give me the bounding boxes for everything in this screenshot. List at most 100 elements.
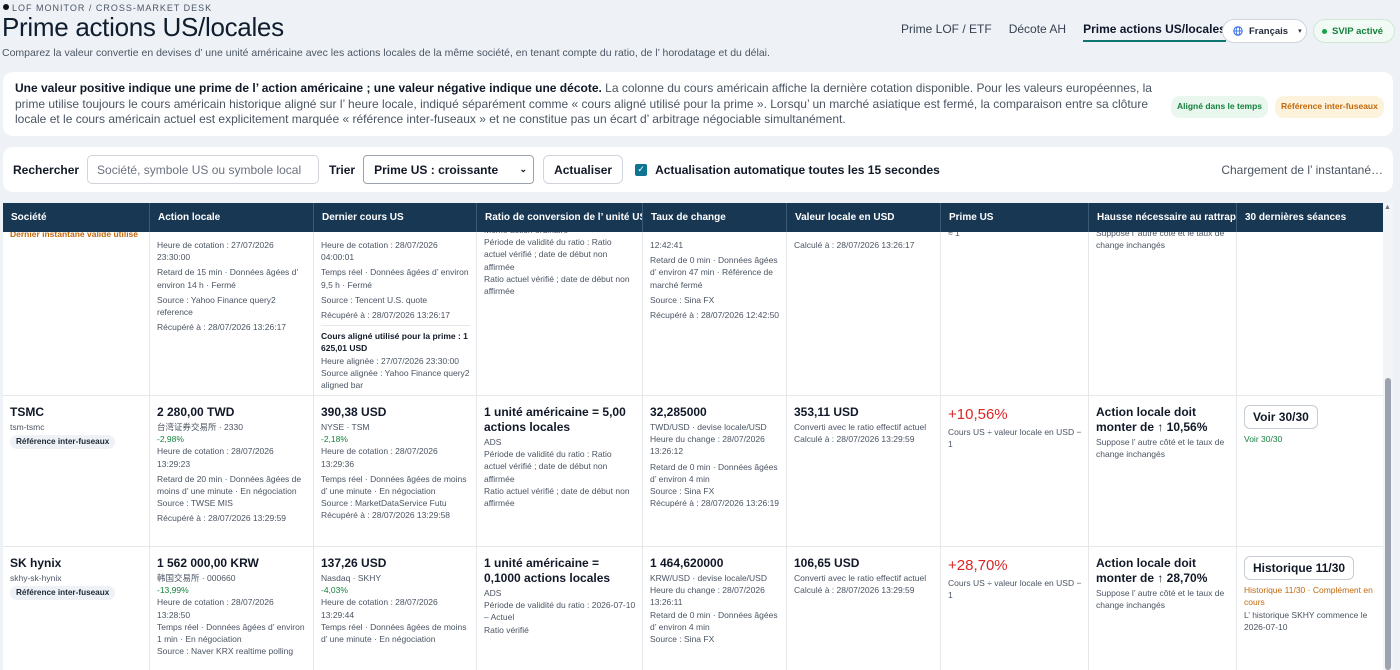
need-note: Suppose l’ autre côté et le taux de chan… [1096, 588, 1225, 611]
notice-panel: Une valeur positive indique une prime de… [3, 72, 1393, 136]
local-price: 1 562 000,00 KRW [157, 556, 259, 570]
history-button[interactable]: Voir 30/30 [1244, 405, 1318, 430]
fx-time: Heure du change : 28/07/2026 13:26:12 [650, 434, 765, 457]
col-dernier-cours-us[interactable]: Dernier cours US [314, 203, 477, 232]
value-calc-time: Calculé à : 28/07/2026 13:29:59 [794, 434, 915, 445]
local-source: Source : TWSE MIS [157, 498, 233, 509]
cell-us: Heure de cotation : 28/07/2026 04:00:01 … [314, 224, 477, 395]
us-source: Source : Tencent U.S. quote [321, 294, 428, 305]
us-delay: Temps réel · Données âgées de moins d’ u… [321, 473, 467, 497]
top-nav: Prime LOF / ETF Décote AH Prime actions … [901, 22, 1243, 42]
cell-ratio: 1 unité américaine = 0,1000 actions loca… [477, 547, 643, 670]
tab-prime-lof[interactable]: Prime LOF / ETF [901, 22, 992, 42]
ratio-type: ADS [484, 588, 502, 598]
local-source: Source : Naver KRX realtime polling [157, 646, 294, 657]
table-row: SK hynix skhy-sk-hynix Référence inter-f… [3, 547, 1383, 670]
cell-need: Action locale doit monter de ↑ 10,56% Su… [1089, 396, 1237, 546]
page-title: Prime actions US/locales [2, 12, 284, 42]
cell-company: TSMC tsm-tsmc Référence inter-fuseaux [3, 396, 150, 546]
col-societe[interactable]: Société [3, 203, 150, 232]
company-id: tsm-tsmc [10, 422, 45, 432]
toolbar: Rechercher Société, symbole US ou symbol… [3, 147, 1393, 192]
fx-source: Source : Sina FX [650, 294, 715, 305]
cell-local: Heure de cotation : 27/07/2026 23:30:00 … [150, 224, 314, 395]
refresh-button[interactable]: Actualiser [543, 155, 624, 184]
cell-company: SK hynix skhy-sk-hynix Référence inter-f… [3, 547, 150, 670]
local-exchange: 台湾证券交易所 · 2330 [157, 422, 243, 432]
auto-refresh-checkbox[interactable]: ✓ [635, 163, 648, 176]
col-ratio[interactable]: Ratio de conversion de l’ unité US [477, 203, 643, 232]
need-note: Suppose l’ autre côté et le taux de chan… [1096, 437, 1225, 460]
cell-premium: ≈ 1 [941, 224, 1089, 395]
ratio-validity: Période de validité du ratio : Ratio act… [484, 237, 612, 272]
local-value-usd: 106,65 USD [794, 556, 860, 570]
us-quote-time: Heure de cotation : 28/07/2026 13:29:44 [321, 597, 438, 620]
check-icon: ✓ [637, 164, 645, 174]
cell-history [1237, 224, 1383, 395]
fx-time: Heure du change : 28/07/2026 13:26:11 [650, 585, 765, 608]
history-button[interactable]: Historique 11/30 [1244, 556, 1355, 581]
us-delay: Temps réel · Données âgées de moins d’ u… [321, 621, 467, 645]
col-taux-change[interactable]: Taux de change [643, 203, 787, 232]
value-calc-time: Calculé à : 28/07/2026 13:26:17 [794, 240, 915, 250]
col-30-seances[interactable]: 30 dernières séances [1237, 203, 1383, 232]
scroll-up-icon[interactable]: ▲ [1384, 204, 1391, 211]
ratio-status: Ratio vérifié [484, 624, 529, 635]
tab-prime-actions[interactable]: Prime actions US/locales [1083, 22, 1226, 42]
us-quote-time: Heure de cotation : 28/07/2026 13:29:36 [321, 446, 438, 469]
local-delay: Temps réel · Données âgées d’ environ 1 … [157, 621, 305, 645]
aligned-time: Heure alignée : 27/07/2026 23:30:00 [321, 355, 460, 366]
company-name: TSMC [10, 405, 44, 419]
table-header: Société Action locale Dernier cours US R… [3, 203, 1383, 232]
col-prime-us[interactable]: Prime US [941, 203, 1089, 232]
local-value-usd: 353,11 USD [794, 405, 859, 419]
ratio-main: 1 unité américaine = 5,00 actions locale… [484, 405, 626, 434]
tag-aligned: Aligné dans le temps [1171, 96, 1269, 118]
tab-decote-ah[interactable]: Décote AH [1009, 22, 1066, 42]
ratio-validity: Période de validité du ratio : Ratio act… [484, 449, 612, 484]
chevron-down-icon: ▾ [1298, 28, 1302, 35]
aligned-source: Source alignée : Yahoo Finance query2 al… [321, 367, 470, 391]
fx-delay: Retard de 0 min · Données âgées d’ envir… [650, 255, 778, 290]
cell-ratio: Même action ordinaire Période de validit… [477, 224, 643, 395]
need-main: Action locale doit monter de ↑ 10,56% [1096, 405, 1208, 434]
col-valeur-locale-usd[interactable]: Valeur locale en USD [787, 203, 941, 232]
loading-status: Chargement de l’ instantané… [1221, 162, 1383, 177]
cell-company: Dernier instantané valide utilisé [3, 224, 150, 395]
us-delay: Temps réel · Données âgées d’ environ 9,… [321, 267, 469, 290]
scrollbar-thumb[interactable] [1385, 378, 1391, 670]
local-fetched: Récupéré à : 28/07/2026 13:29:59 [157, 513, 287, 524]
value-note: Converti avec le ratio effectif actuel [794, 573, 927, 583]
cell-us: 390,38 USD NYSE · TSM -2,18% Heure de co… [314, 396, 477, 546]
col-action-locale[interactable]: Action locale [150, 203, 314, 232]
fx-time: 12:42:41 [650, 240, 684, 250]
premium-value: +10,56% [948, 406, 1008, 423]
cell-need: Action locale doit monter de ↑ 28,70% Su… [1089, 547, 1237, 670]
ratio-validity: Période de validité du ratio : 2026-07-1… [484, 600, 636, 623]
chevron-down-icon: ⌄ [519, 164, 528, 174]
col-hausse-necessaire[interactable]: Hausse nécessaire au rattrapage [1089, 203, 1237, 232]
local-change: -13,99% [157, 585, 189, 596]
sort-select[interactable]: Prime US : croissante ⌄ [363, 155, 535, 184]
cell-value: 353,11 USD Converti avec le ratio effect… [787, 396, 941, 546]
language-select[interactable]: Français ▾ [1222, 19, 1307, 43]
value-note: Converti avec le ratio effectif actuel [794, 422, 927, 432]
cell-us: 137,26 USD Nasdaq · SKHY -4,03% Heure de… [314, 547, 477, 670]
local-delay: Retard de 20 min · Données âgées de moin… [157, 473, 302, 497]
value-calc-time: Calculé à : 28/07/2026 13:29:59 [794, 585, 915, 596]
ratio-status: Ratio actuel vérifié ; date de début non… [484, 273, 630, 297]
notice-bold: Une valeur positive indique une prime de… [15, 81, 602, 95]
cell-need: Suppose l’ autre côté et le taux de chan… [1089, 224, 1237, 395]
local-quote-time: Heure de cotation : 27/07/2026 23:30:00 [157, 240, 274, 263]
history-note: L’ historique SKHY commence le 2026-07-1… [1244, 609, 1368, 632]
company-name: SK hynix [10, 556, 62, 570]
fx-rate: 32,285000 [650, 405, 707, 419]
cell-fx: 12:42:41 Retard de 0 min · Données âgées… [643, 224, 787, 395]
cell-premium: +10,56% Cours US ÷ valeur locale en USD … [941, 396, 1089, 546]
local-price: 2 280,00 TWD [157, 405, 235, 419]
search-input[interactable]: Société, symbole US ou symbole local [87, 155, 320, 184]
svip-badge[interactable]: SVIP activé [1313, 19, 1395, 43]
table-scrollbar[interactable]: ▲ [1383, 203, 1393, 670]
local-exchange: 韩国交易所 · 000660 [157, 573, 236, 583]
tag-cross-timezone: Référence inter-fuseaux [1275, 96, 1384, 118]
